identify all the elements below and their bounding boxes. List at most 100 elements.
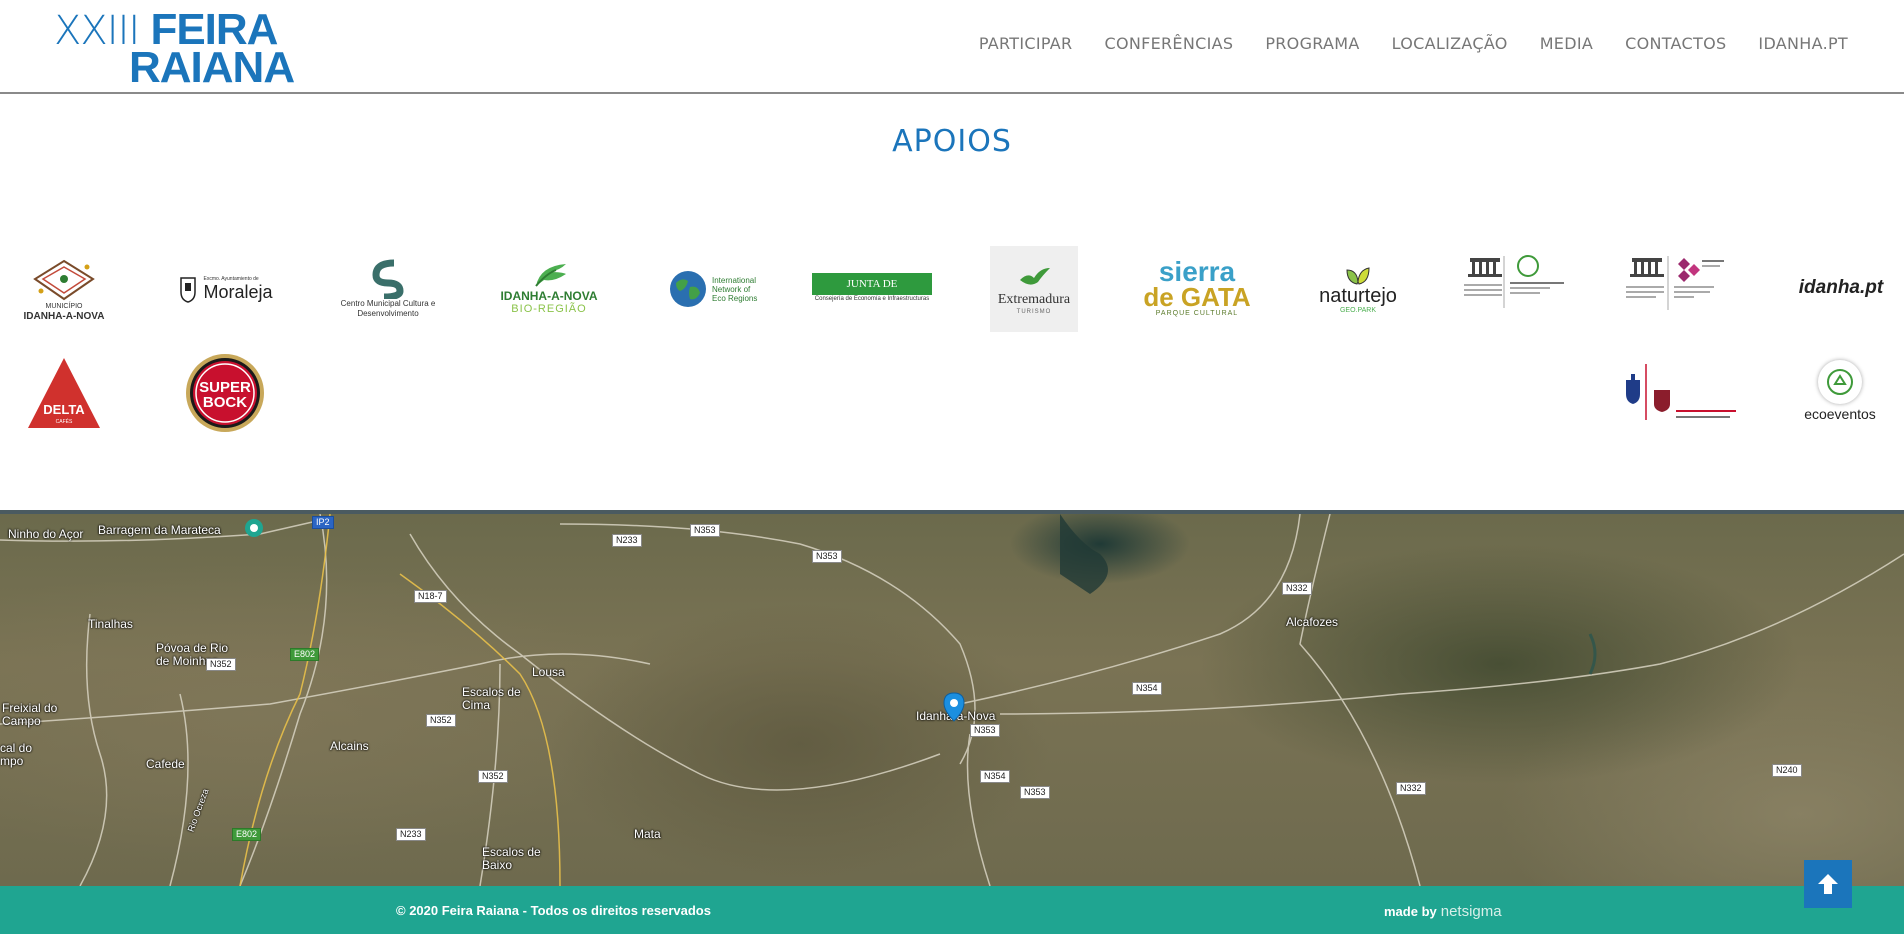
logo-edition: XXIII (54, 8, 140, 54)
centro-municipal-logo-icon (372, 259, 404, 299)
site-header: XXIII FEIRA RAIANA PARTICIPAR CONFERÊNCI… (0, 0, 1904, 94)
ecoeventos-name: ecoeventos (1804, 406, 1876, 422)
logo-word-raiana: RAIANA (129, 43, 295, 92)
sponsor-unesco-geoparks[interactable] (1458, 252, 1582, 312)
map-place-escalos-de-cima: Escalos de Cima (462, 685, 521, 712)
road-n353-south: N353 (1020, 786, 1050, 799)
nav-media[interactable]: MEDIA (1540, 34, 1593, 53)
sierra-word: sierra (1158, 255, 1236, 287)
road-n332-south: N332 (1396, 782, 1426, 795)
moraleja-crest-icon (180, 277, 197, 303)
municipio-emblem-icon (33, 259, 95, 300)
road-n233-top: N233 (612, 534, 642, 547)
road-e802-north: E802 (290, 648, 320, 661)
nav-localizacao[interactable]: LOCALIZAÇÃO (1392, 34, 1508, 53)
unesco-creative-city-logo-icon (1626, 256, 1724, 310)
map-place-lousa: Lousa (532, 665, 565, 679)
apoios-title: APOIOS (892, 124, 1012, 159)
road-n353-idanha: N353 (970, 724, 1000, 737)
nav-programa[interactable]: PROGRAMA (1265, 34, 1359, 53)
sponsor-ecoeventos[interactable]: ecoeventos (1794, 354, 1886, 428)
sponsor-sierra-de-gata[interactable]: sierra de GATA PARQUE CULTURAL (1142, 252, 1252, 324)
municipio-name: IDANHA-A-NOVA (23, 310, 105, 322)
sponsor-naturtejo[interactable]: naturtejo GEO.PARK (1312, 260, 1404, 318)
map-poi-icon[interactable] (244, 518, 264, 538)
junta-name: JUNTA DE EXTREMADURA (812, 272, 932, 312)
site-logo[interactable]: XXIII FEIRA RAIANA (54, 6, 334, 90)
nav-contactos[interactable]: CONTACTOS (1625, 34, 1726, 53)
junta-sub: Consejería de Economía e Infraestructura… (814, 295, 930, 302)
map-place-ninho-do-acor: Ninho do Açor (8, 527, 84, 541)
map-place-tinalhas: Tinalhas (88, 617, 133, 631)
map-pin-icon[interactable] (943, 692, 965, 722)
sponsor-politecnico-castelo-branco[interactable] (1616, 360, 1746, 426)
road-n233-south: N233 (396, 828, 426, 841)
sponsor-bio-regiao[interactable]: IDANHA-A-NOVA BIO-REGIÃO (494, 254, 604, 320)
sponsor-unesco-creative-city[interactable] (1618, 252, 1742, 314)
road-n240: N240 (1772, 764, 1802, 777)
nav-participar[interactable]: PARTICIPAR (979, 34, 1073, 53)
municipio-label: MUNICÍPIO (45, 302, 83, 310)
extremadura-sub: TURISMO (1016, 309, 1052, 315)
bio-regiao-sub: BIO-REGIÃO (511, 302, 587, 315)
sponsor-centro-municipal[interactable]: Centro Municipal Cultura e Desenvolvimen… (330, 252, 446, 326)
eco-regions-name: International Network of Eco Regions (712, 275, 758, 303)
map-place-alcains: Alcains (330, 739, 369, 753)
sponsor-junta-extremadura[interactable]: JUNTA DE EXTREMADURA Consejería de Econo… (812, 270, 932, 312)
road-e802-south: E802 (232, 828, 262, 841)
map-place-cafede: Cafede (146, 757, 185, 771)
recycle-icon (1827, 369, 1853, 395)
map-place-alcafozes: Alcafozes (1286, 615, 1339, 629)
made-by-label: made by (1384, 904, 1437, 919)
sponsor-idanha-pt[interactable]: idanha.pt (1796, 274, 1886, 302)
sponsor-super-bock[interactable]: SUPER BOCK (184, 352, 266, 434)
arrow-up-icon (1818, 874, 1838, 894)
main-nav: PARTICIPAR CONFERÊNCIAS PROGRAMA LOCALIZ… (979, 34, 1848, 53)
globe-icon (670, 271, 706, 307)
sponsor-moraleja[interactable]: Excmo. Ayuntamiento de Moraleja (168, 268, 284, 310)
politecnico-crest-icon (1626, 364, 1736, 420)
copyright-text: © 2020 Feira Raiana - Todos os direitos … (396, 903, 711, 918)
idanha-pt-logo: idanha.pt (1798, 277, 1884, 298)
road-n353-mid: N353 (812, 550, 842, 563)
map-place-cal-do-campo: cal do mpo (0, 741, 33, 768)
map-place-freixial: Freixial do Campo (2, 701, 58, 728)
unesco-geopark-logo-icon (1464, 255, 1564, 308)
extremadura-bird-icon (1020, 268, 1050, 285)
super-bock-word2: BOCK (203, 394, 247, 411)
road-n354-south: N354 (980, 770, 1010, 783)
naturtejo-leaf-icon (1346, 266, 1370, 285)
back-to-top-button[interactable] (1804, 860, 1852, 908)
sponsor-municipio-idanha[interactable]: MUNICÍPIO IDANHA-A-NOVA (14, 252, 114, 326)
road-n354-east: N354 (1132, 682, 1162, 695)
road-n18-7: N18-7 (414, 590, 447, 603)
road-n352-south: N352 (478, 770, 508, 783)
site-footer: © 2020 Feira Raiana - Todos os direitos … (0, 886, 1904, 934)
super-bock-badge-icon: SUPER BOCK (186, 354, 264, 432)
sierra-de-gata: de GATA (1143, 281, 1251, 312)
delta-sub: CAFÉS (56, 418, 73, 425)
nav-conferencias[interactable]: CONFERÊNCIAS (1104, 34, 1233, 53)
naturtejo-name: naturtejo (1319, 284, 1397, 307)
delta-triangle-icon: DELTA CAFÉS (28, 358, 100, 428)
bio-regiao-leaf-icon (535, 263, 566, 287)
sponsor-delta-cafes[interactable]: DELTA CAFÉS (26, 356, 102, 430)
centro-municipal-name: Centro Municipal Cultura e Desenvolvimen… (340, 299, 436, 318)
sponsor-eco-regions[interactable]: International Network of Eco Regions (668, 266, 760, 312)
road-ip2: IP2 (312, 516, 334, 529)
moraleja-name: Moraleja (203, 282, 273, 302)
road-n352-west: N352 (206, 658, 236, 671)
netsigma-link[interactable]: netsigma (1441, 903, 1502, 920)
road-n353-top: N353 (690, 524, 720, 537)
sierra-sub: PARQUE CULTURAL (1155, 309, 1239, 317)
naturtejo-sub: GEO.PARK (1339, 306, 1377, 314)
extremadura-name: Extremadura (997, 292, 1071, 307)
map-place-barragem-marateca: Barragem da Marateca (98, 523, 221, 537)
sponsor-extremadura-turismo[interactable]: Extremadura TURISMO (990, 246, 1078, 332)
map-place-mata: Mata (634, 827, 661, 841)
map-place-escalos-de-baixo: Escalos de Baixo (482, 845, 541, 872)
nav-idanha-pt[interactable]: IDANHA.PT (1758, 34, 1848, 53)
road-n352-mid: N352 (426, 714, 456, 727)
bio-regiao-name: IDANHA-A-NOVA (500, 288, 598, 303)
road-n332-north: N332 (1282, 582, 1312, 595)
